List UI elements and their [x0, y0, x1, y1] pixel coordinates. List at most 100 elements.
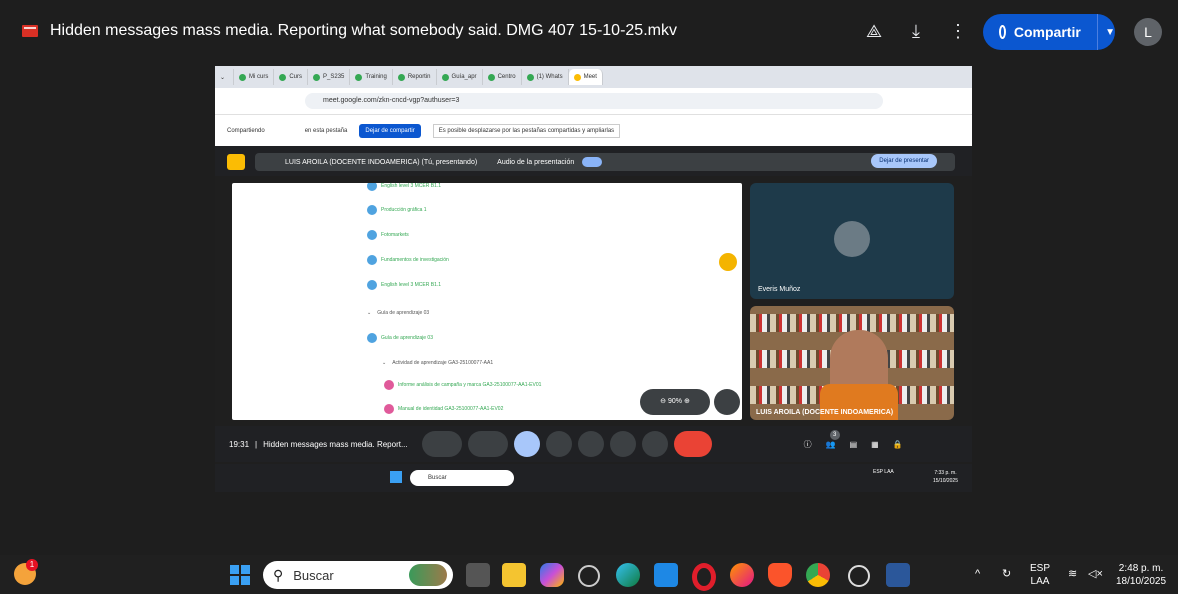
meeting-name: Hidden messages mass media. Report...: [263, 439, 408, 449]
recorded-search: Buscar: [410, 470, 514, 486]
captions-button: [577, 431, 604, 457]
start-icon: [390, 471, 402, 483]
list-item: English level 3 MCER B1.1: [367, 183, 441, 191]
browser-tab: P_S235: [308, 69, 351, 85]
sync-icon[interactable]: ↻: [1002, 568, 1011, 581]
opera-icon[interactable]: [692, 563, 716, 591]
share-button[interactable]: Compartir ▼: [983, 14, 1115, 50]
list-item: Fundamentos de investigación: [367, 255, 449, 265]
mic-button: [421, 431, 462, 457]
zoom-level: 90%: [667, 398, 682, 405]
participant-tile-camera: LUIS AROILA (DOCENTE INDOAMERICA): [750, 306, 954, 420]
notification-badge: 1: [26, 559, 38, 571]
scroll-hint: Es posible desplazarse por las pestañas …: [432, 124, 621, 138]
more-options-icon[interactable]: ⋮: [947, 20, 969, 42]
list-item: ⌄ Guía de aprendizaje 03: [367, 310, 430, 316]
file-explorer-icon[interactable]: [466, 563, 490, 587]
audio-label: Audio de la presentación: [497, 158, 575, 166]
audio-toggle: [582, 157, 603, 167]
clock[interactable]: 2:48 p. m. 18/10/2025: [1116, 562, 1166, 588]
chat-bubble-icon: [719, 253, 737, 271]
search-icon: ⚲: [273, 566, 284, 583]
taskbar: 1 ⚲ Buscar ^ ↻ ESP LAA ≋ ◁× 2:48 p. m. 18/…: [0, 555, 1178, 594]
volume-muted-icon[interactable]: ◁×: [1088, 568, 1103, 581]
browser-tab: Training: [350, 69, 393, 85]
sharing-suffix: en esta pestaña: [304, 128, 348, 134]
chatgpt-icon[interactable]: [848, 565, 870, 587]
chat-icon: ▤: [849, 439, 858, 449]
download-icon[interactable]: ⤓: [905, 20, 927, 42]
browser-tab: Guía_apr: [437, 69, 483, 85]
list-item: Manual de identidad GA3-25100077-AA1-EV0…: [384, 404, 503, 414]
start-icon[interactable]: [230, 565, 250, 585]
meet-controls: 19:31 | Hidden messages mass media. Repo…: [215, 426, 972, 462]
browser-tab: Reportin: [393, 69, 437, 85]
video-file-icon: [22, 25, 38, 37]
video-player[interactable]: ⌄ Mi curs Curs P_S235 Training Reportin …: [215, 66, 972, 492]
chevron-down-icon[interactable]: ▼: [1105, 27, 1115, 38]
camera-button: [467, 431, 508, 457]
meet-present-icon: [227, 154, 245, 170]
share-button-label: Compartir: [1013, 24, 1081, 40]
presenter-name: LUIS AROILA (DOCENTE INDOAMERICA) (Tú, p…: [285, 158, 478, 166]
participant-name: Everis Muñoz: [758, 286, 801, 293]
info-icon: ⓘ: [803, 439, 812, 449]
search-highlight-image: [409, 564, 447, 586]
url-text: meet.google.com/zkn-cncd-vgp?authuser=3: [305, 93, 883, 109]
zoom-in-icon: ⊕: [682, 398, 690, 405]
meeting-divider: |: [255, 439, 258, 449]
people-icon: 👥 3: [826, 429, 840, 449]
firefox-icon[interactable]: [730, 563, 754, 587]
activities-icon: ▦: [871, 439, 879, 449]
list-item: Informe análisis de campaña y marca GA3-…: [384, 380, 541, 390]
stop-presenting-button: Dejar de presentar: [871, 154, 937, 168]
browser-tab: Centro: [483, 69, 522, 85]
avatar[interactable]: L: [1134, 18, 1162, 46]
participant-count: 3: [829, 429, 840, 440]
list-item: Fotomarkets: [367, 230, 409, 240]
shared-document: English level 3 MCER B1.1 Producción grá…: [232, 183, 742, 420]
tab-search-icon: ⌄: [215, 69, 234, 85]
meeting-time: 19:31: [229, 439, 250, 449]
more-button: [641, 431, 668, 457]
emoji-button: [545, 431, 572, 457]
list-item: ⌄ Actividad de aprendizaje GA3-25100077-A…: [382, 360, 494, 366]
browser-tab-active: Meet: [568, 69, 603, 85]
store-icon[interactable]: [654, 563, 678, 587]
browser-tab: Curs: [274, 69, 309, 85]
leave-call-button: [673, 431, 712, 457]
address-bar: meet.google.com/zkn-cncd-vgp?authuser=3: [215, 88, 972, 114]
zoom-out-icon: ⊖: [660, 398, 668, 405]
present-button: [513, 431, 540, 457]
browser-tab: (1) Whats: [522, 69, 569, 85]
browser-tab: Mi curs: [234, 69, 275, 85]
wifi-icon[interactable]: ≋: [1068, 568, 1077, 581]
recorded-clock: 7:33 p. m. 15/10/2025: [932, 470, 958, 484]
search-placeholder: Buscar: [293, 567, 334, 583]
chrome-icon[interactable]: [806, 563, 830, 587]
sharing-prefix: Compartiendo: [227, 128, 265, 134]
edge-icon[interactable]: [616, 563, 640, 587]
bookshelf: [750, 314, 954, 332]
copilot-icon[interactable]: [540, 563, 564, 587]
presenting-info: LUIS AROILA (DOCENTE INDOAMERICA) (Tú, p…: [255, 153, 955, 171]
search-input[interactable]: ⚲ Buscar: [263, 561, 453, 589]
participant-photo: [834, 221, 870, 257]
speedometer-icon[interactable]: [578, 565, 600, 587]
recorded-lang: ESP LAA: [873, 469, 894, 475]
participant-tile: Everis Muñoz: [750, 183, 954, 299]
folder-icon[interactable]: [502, 563, 526, 587]
file-title: Hidden messages mass media. Reporting wh…: [50, 22, 677, 39]
chevron-up-icon[interactable]: ^: [975, 568, 980, 581]
word-icon[interactable]: [886, 563, 910, 587]
lock-icon: 🔒: [892, 439, 903, 449]
zoom-control: ⊖ 90% ⊕: [640, 389, 710, 415]
globe-icon: [999, 25, 1006, 39]
meet-presenting-bar: LUIS AROILA (DOCENTE INDOAMERICA) (Tú, p…: [215, 146, 972, 176]
browser-tab-strip: ⌄ Mi curs Curs P_S235 Training Reportin …: [215, 66, 972, 88]
add-to-drive-icon[interactable]: ⟁: [863, 20, 885, 42]
language-indicator[interactable]: ESP LAA: [1030, 562, 1050, 588]
raise-hand-button: [609, 431, 636, 457]
list-item: English level 3 MCER B1.1: [367, 280, 441, 290]
brave-icon[interactable]: [768, 563, 792, 587]
